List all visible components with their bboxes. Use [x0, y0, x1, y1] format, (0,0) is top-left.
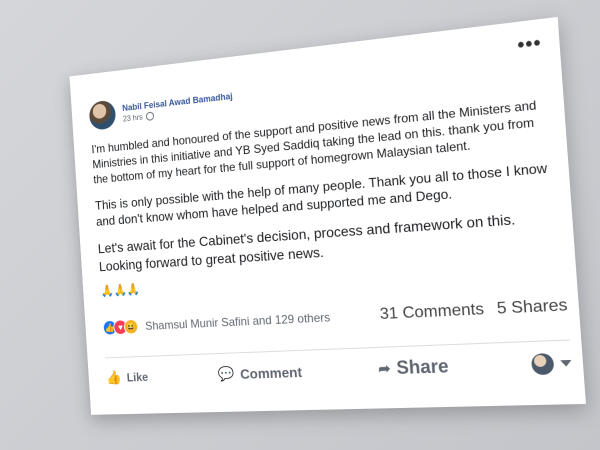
reaction-names[interactable]: Shamsul Munir Safini and 129 others [145, 310, 331, 333]
shares-count[interactable]: 5 Shares [496, 296, 568, 319]
profile-avatar [531, 352, 555, 374]
more-options-icon[interactable]: ••• [517, 32, 543, 57]
like-button[interactable]: 👍 Like [106, 368, 149, 386]
reactions-bar: 👍 ♥ 😆 Shamsul Munir Safini and 129 other… [102, 296, 568, 336]
share-button[interactable]: ➦ Share [378, 356, 450, 380]
post-timestamp[interactable]: 23 hrs [123, 112, 143, 123]
post-body: I'm humbled and honoured of the support … [91, 95, 565, 298]
haha-reaction-icon: 😆 [123, 319, 138, 335]
facebook-post-card: ••• Nabil Feisal Awad Bamadhaj 23 hrs I'… [70, 17, 586, 415]
author-avatar[interactable] [88, 100, 116, 131]
like-label: Like [126, 370, 148, 384]
globe-icon [146, 111, 155, 120]
share-label: Share [396, 356, 450, 379]
thumbs-up-icon: 👍 [106, 369, 122, 386]
comment-bubble-icon: 💬 [218, 365, 235, 382]
reaction-icons: 👍 ♥ 😆 [102, 319, 135, 336]
comment-label: Comment [240, 363, 303, 381]
screen: ••• Nabil Feisal Awad Bamadhaj 23 hrs I'… [0, 0, 600, 450]
post-header: Nabil Feisal Awad Bamadhaj 23 hrs [88, 86, 233, 131]
share-arrow-icon: ➦ [378, 360, 391, 378]
comments-count[interactable]: 31 Comments [379, 301, 484, 325]
comment-button[interactable]: 💬 Comment [218, 363, 303, 383]
author-block: Nabil Feisal Awad Bamadhaj 23 hrs [122, 91, 234, 123]
reaction-summary[interactable]: 👍 ♥ 😆 Shamsul Munir Safini and 129 other… [102, 309, 330, 335]
engagement-counts: 31 Comments 5 Shares [379, 296, 568, 324]
post-actions: 👍 Like 💬 Comment ➦ Share [105, 339, 573, 387]
caret-down-icon [560, 359, 572, 366]
profile-switcher[interactable] [531, 352, 573, 375]
